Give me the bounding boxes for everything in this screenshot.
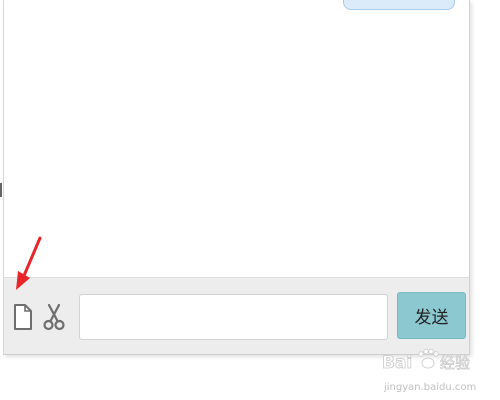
edge-mark: [0, 183, 2, 197]
baidu-jingyan-watermark: Bai 经验 jingyan.baidu.com: [382, 348, 476, 393]
watermark-domain: jingyan.baidu.com: [383, 382, 476, 393]
message-area: [4, 0, 469, 277]
send-button[interactable]: 发送: [397, 292, 466, 339]
message-input[interactable]: [79, 294, 388, 340]
message-bubble: [343, 0, 455, 10]
file-icon[interactable]: [11, 300, 35, 334]
watermark-brand: Bai: [382, 353, 412, 373]
scissors-icon[interactable]: [42, 300, 66, 334]
watermark-brand-cn: 经验: [440, 354, 470, 372]
page: 发送 Bai 经验 jingyan.baidu.com: [0, 0, 500, 400]
